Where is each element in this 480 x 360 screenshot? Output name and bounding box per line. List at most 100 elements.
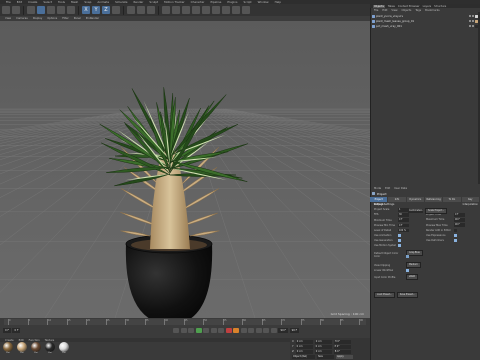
- timeline-ruler[interactable]: 0 5 10 15 20 25 30 35 40 45 50 55 60 65 70 75 80 85 90: [4, 319, 366, 325]
- cube-icon[interactable]: [162, 6, 170, 14]
- position-key-icon[interactable]: [248, 327, 255, 333]
- attribute-checkbox[interactable]: [454, 228, 457, 232]
- size-mode-select[interactable]: Size: [317, 355, 334, 359]
- object-menu-edit[interactable]: Edit: [382, 9, 387, 12]
- render-visibility-dot[interactable]: [472, 20, 474, 22]
- attribute-tab-project-settings[interactable]: Project Settings: [370, 197, 388, 206]
- next-frame-icon[interactable]: [203, 327, 210, 333]
- attribute-menu-mode[interactable]: Mode: [374, 187, 381, 190]
- play-icon[interactable]: [195, 327, 202, 333]
- attribute-checkbox[interactable]: [454, 233, 457, 237]
- select-icon[interactable]: [27, 6, 35, 14]
- scale-unit-select[interactable]: Centimeters: [408, 209, 423, 213]
- rotate-icon[interactable]: [57, 6, 65, 14]
- viewport-menu-cameras[interactable]: Cameras: [16, 17, 28, 20]
- attribute-tab-key-interpolation[interactable]: Key Interpolation: [461, 197, 479, 206]
- material-swatch[interactable]: Mat: [44, 342, 56, 356]
- autokey-icon[interactable]: [233, 327, 240, 333]
- y-axis-icon[interactable]: Y: [92, 6, 100, 14]
- attribute-tab-to-do[interactable]: To Do: [443, 197, 461, 202]
- view-clipping-select[interactable]: Medium: [406, 262, 421, 268]
- rotation-field[interactable]: P 0°: [333, 345, 351, 349]
- rotation-key-icon[interactable]: [263, 327, 270, 333]
- attribute-value-field[interactable]: 100 %: [398, 228, 409, 233]
- floor-icon[interactable]: [222, 6, 230, 14]
- object-row[interactable]: plant_yucca_vray.vrs: [372, 14, 478, 18]
- scale-key-icon[interactable]: [255, 327, 262, 333]
- spline-icon[interactable]: [202, 6, 210, 14]
- coordinate-mode-select[interactable]: Object (Rel): [292, 355, 315, 359]
- visibility-dot[interactable]: [469, 25, 471, 27]
- material-swatch[interactable]: Mat: [58, 342, 70, 356]
- previous-frame-icon[interactable]: [188, 327, 195, 333]
- keyframe-selection-icon[interactable]: [240, 327, 247, 333]
- attribute-value-field[interactable]: 90 F: [454, 218, 465, 222]
- world-icon[interactable]: [112, 6, 120, 14]
- scale-project-button[interactable]: Scale Project...: [425, 208, 448, 214]
- viewport[interactable]: Grid Spacing : 100 cm: [0, 21, 370, 318]
- input-color-profile-select[interactable]: sRGB: [406, 274, 418, 280]
- object-menu-view[interactable]: View: [391, 9, 397, 12]
- color-swatch[interactable]: [406, 255, 409, 258]
- end-frame-field-2[interactable]: 90 F: [289, 327, 300, 333]
- render-settings-icon[interactable]: [147, 6, 155, 14]
- start-frame-field-2[interactable]: 0 F: [12, 327, 21, 333]
- attribute-checkbox[interactable]: [398, 239, 401, 243]
- render-picture-icon[interactable]: [137, 6, 145, 14]
- attribute-value-field[interactable]: 90 F: [454, 223, 465, 227]
- record-icon[interactable]: [225, 327, 232, 333]
- size-field[interactable]: 0 cm: [314, 345, 332, 349]
- position-field[interactable]: 0 cm: [295, 340, 313, 344]
- go-to-start-icon[interactable]: [173, 327, 180, 333]
- attribute-tab-info[interactable]: Info: [388, 197, 406, 202]
- parameter-key-icon[interactable]: [270, 327, 277, 333]
- object-menu-file[interactable]: File: [374, 9, 378, 12]
- attribute-checkbox[interactable]: [398, 244, 401, 248]
- attribute-checkbox[interactable]: [454, 239, 457, 242]
- x-axis-icon[interactable]: X: [82, 6, 90, 14]
- object-menu-bookmarks[interactable]: Bookmarks: [425, 9, 440, 12]
- pen-icon[interactable]: [172, 6, 180, 14]
- object-row[interactable]: pot_mesh_vray_001: [372, 24, 478, 28]
- viewport-menu-filter[interactable]: Filter: [62, 17, 68, 20]
- deformer-icon[interactable]: [212, 6, 220, 14]
- material-swatch[interactable]: Mat: [30, 342, 42, 356]
- rotation-field[interactable]: B 0°: [333, 350, 351, 354]
- viewport-menu-display[interactable]: Display: [33, 17, 43, 20]
- attribute-value-field[interactable]: 0 F: [454, 213, 465, 217]
- size-field[interactable]: 0 cm: [314, 340, 332, 344]
- previous-key-icon[interactable]: [180, 327, 187, 333]
- object-menu-objects[interactable]: Objects: [402, 9, 412, 12]
- viewport-menu-prorender[interactable]: ProRender: [86, 17, 99, 20]
- render-visibility-dot[interactable]: [472, 15, 474, 17]
- apply-button[interactable]: Apply: [336, 355, 353, 359]
- material-swatch[interactable]: Mat: [2, 342, 14, 356]
- move-icon[interactable]: [37, 6, 45, 14]
- array-icon[interactable]: [192, 6, 200, 14]
- render-view-icon[interactable]: [127, 6, 135, 14]
- visibility-dot[interactable]: [469, 15, 471, 17]
- render-visibility-dot[interactable]: [472, 25, 474, 27]
- position-field[interactable]: 0 cm: [295, 350, 313, 354]
- redo-icon[interactable]: [12, 6, 20, 14]
- viewport-menu-options[interactable]: Options: [47, 17, 57, 20]
- attribute-tab-referencing[interactable]: Referencing: [424, 197, 443, 202]
- attribute-menu-user-data[interactable]: User Data: [394, 187, 407, 190]
- load-preset-button[interactable]: Load Preset...: [374, 292, 395, 298]
- next-key-icon[interactable]: [210, 327, 217, 333]
- material-swatch[interactable]: Mat: [16, 342, 28, 356]
- subdivide-icon[interactable]: [182, 6, 190, 14]
- attribute-menu-edit[interactable]: Edit: [385, 187, 390, 190]
- attribute-value-field[interactable]: 0 F: [398, 218, 409, 222]
- viewport-menu-panel[interactable]: Panel: [74, 17, 81, 20]
- object-menu-tags[interactable]: Tags: [415, 9, 421, 12]
- undo-icon[interactable]: [2, 6, 10, 14]
- scale-icon[interactable]: [47, 6, 55, 14]
- attribute-checkbox[interactable]: [398, 234, 401, 237]
- attribute-tab-dynamics[interactable]: Dynamics: [406, 197, 424, 202]
- camera-icon[interactable]: [232, 6, 240, 14]
- position-field[interactable]: 0 cm: [295, 345, 313, 349]
- start-frame-field[interactable]: 0 F: [3, 327, 11, 333]
- attribute-value-field[interactable]: 0 F: [398, 223, 409, 228]
- rotation-field[interactable]: H 0°: [333, 340, 351, 344]
